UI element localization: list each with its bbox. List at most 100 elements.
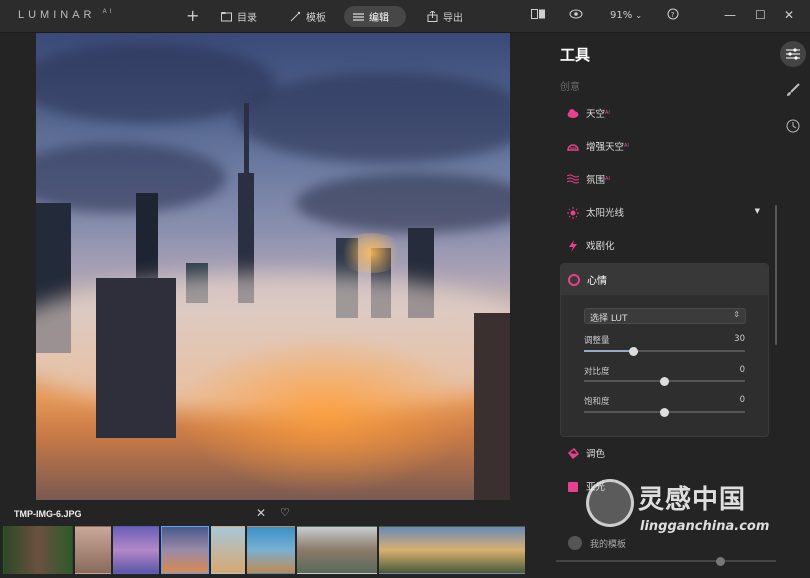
watermark: 灵感中国 lingganchina.com — [586, 475, 806, 545]
ai-badge: AI — [605, 176, 610, 182]
mood-tool-card: 心情 选择 LUT ⇕ 调整量 30 对比度 0 饱和度 0 — [560, 263, 769, 437]
chevron-down-icon: ⌄ — [635, 11, 643, 20]
reject-icon[interactable]: ✕ — [256, 506, 266, 520]
sky-enhance-icon — [567, 141, 579, 151]
tool-sky-enhance[interactable]: 增强天空 AI — [560, 131, 770, 161]
slider-label: 饱和度 — [584, 397, 610, 407]
catalog-tab-label: 目录 — [237, 13, 257, 24]
tower-spire — [244, 103, 249, 183]
slider-value: 30 — [734, 334, 745, 344]
magic-wand-icon — [290, 11, 301, 22]
caret-down-icon: ▼ — [754, 207, 760, 215]
slider-value: 0 — [739, 395, 745, 405]
export-tab-label: 导出 — [443, 13, 463, 24]
mood-icon — [568, 273, 580, 286]
tool-atmosphere[interactable]: 氛围 AI — [560, 164, 770, 194]
matte-icon — [567, 481, 579, 492]
thumbnail[interactable] — [211, 526, 245, 574]
tool-color-toning[interactable]: 调色 — [560, 438, 770, 468]
panel-scrollbar[interactable] — [775, 205, 777, 345]
thumbnail-selected[interactable] — [161, 526, 209, 574]
brush-icon[interactable] — [780, 77, 806, 103]
slider-knob[interactable] — [660, 376, 669, 386]
tool-sunrays[interactable]: 太阳光线 ▼ — [560, 197, 770, 227]
slider-label: 对比度 — [584, 367, 610, 377]
tool-label: 太阳光线 — [586, 208, 625, 219]
atmosphere-icon — [566, 174, 580, 184]
saturation-slider[interactable] — [584, 407, 745, 417]
compare-icon[interactable] — [531, 8, 547, 23]
watermark-text: 灵感中国 — [638, 485, 747, 515]
filmstrip — [0, 526, 525, 574]
contrast-slider[interactable] — [584, 376, 745, 386]
foreground-tower — [474, 313, 510, 500]
templates-tab[interactable]: 模板 — [281, 6, 335, 27]
watermark-url: lingganchina.com — [640, 519, 770, 534]
sliders-icon — [353, 11, 364, 22]
tool-label: 调色 — [586, 449, 606, 460]
ai-badge: AI — [605, 110, 610, 116]
panel-title: 工具 — [560, 46, 591, 64]
templates-tab-label: 模板 — [306, 13, 326, 24]
amount-slider[interactable] — [584, 346, 745, 356]
svg-text:?: ? — [671, 11, 675, 19]
tools-icon[interactable] — [780, 41, 806, 67]
heart-icon[interactable]: ♡ — [280, 506, 290, 519]
app-logo: LUMINAR A I — [18, 9, 113, 21]
cloud-icon — [567, 108, 579, 118]
thumbnail[interactable] — [113, 526, 159, 574]
mood-tool-header[interactable]: 心情 — [561, 264, 768, 295]
light-glow — [176, 333, 476, 493]
tool-label: 戏剧化 — [586, 241, 615, 252]
foreground-tower — [96, 278, 176, 438]
edit-tab-label: 编辑 — [369, 13, 389, 24]
sunrays-icon — [567, 207, 579, 219]
watermark-logo — [586, 479, 634, 527]
thumbnail[interactable] — [75, 526, 111, 574]
thumbnail[interactable] — [379, 526, 525, 574]
tool-drama[interactable]: 戏剧化 — [560, 230, 770, 260]
tool-label: 增强天空 — [586, 142, 625, 153]
lightning-icon — [567, 240, 579, 252]
slider-knob[interactable] — [629, 346, 638, 356]
slider-value: 0 — [739, 365, 745, 375]
thumbnail[interactable] — [3, 526, 73, 574]
image-filename: TMP-IMG-6.JPG — [14, 509, 82, 519]
thumbnail[interactable] — [297, 526, 377, 574]
section-label: 创意 — [560, 82, 580, 93]
catalog-tab[interactable]: 目录 — [212, 6, 266, 27]
maximize-icon[interactable]: ☐ — [755, 8, 766, 22]
folder-icon — [221, 11, 232, 22]
eye-icon[interactable] — [569, 8, 583, 23]
history-icon[interactable] — [780, 113, 806, 139]
thumbnail[interactable] — [247, 526, 295, 574]
chevron-updown-icon: ⇕ — [733, 310, 740, 319]
mood-label: 心情 — [587, 276, 607, 287]
edit-tab[interactable]: 编辑 — [344, 6, 406, 27]
slider-label: 调整量 — [584, 336, 610, 346]
export-tab[interactable]: 导出 — [418, 6, 472, 27]
top-toolbar: LUMINAR A I + 目录 模板 编辑 导出 91% ⌄ ? — ☐ ✕ — [0, 0, 810, 33]
cloud — [296, 173, 510, 233]
lut-select-label: 选择 LUT — [590, 314, 628, 324]
export-icon — [427, 10, 438, 22]
help-icon[interactable]: ? — [667, 8, 679, 23]
bottom-slider[interactable] — [556, 556, 776, 566]
slider-knob[interactable] — [716, 556, 725, 566]
bucket-icon — [567, 447, 580, 460]
templates-icon — [568, 536, 582, 550]
main-photo[interactable] — [36, 33, 510, 500]
minimize-icon[interactable]: — — [724, 8, 736, 22]
cloud — [236, 73, 510, 163]
tool-sky[interactable]: 天空 AI — [560, 98, 770, 128]
slider-fill — [584, 350, 633, 352]
light-glow — [336, 233, 406, 273]
tool-label: 氛围 — [586, 175, 606, 186]
tool-label: 天空 — [586, 109, 606, 120]
lut-select[interactable]: 选择 LUT ⇕ — [584, 308, 746, 324]
zoom-level[interactable]: 91% ⌄ — [610, 10, 642, 21]
close-icon[interactable]: ✕ — [784, 8, 794, 22]
ai-badge: AI — [624, 143, 629, 149]
add-button[interactable]: + — [186, 6, 199, 25]
slider-knob[interactable] — [660, 407, 669, 417]
